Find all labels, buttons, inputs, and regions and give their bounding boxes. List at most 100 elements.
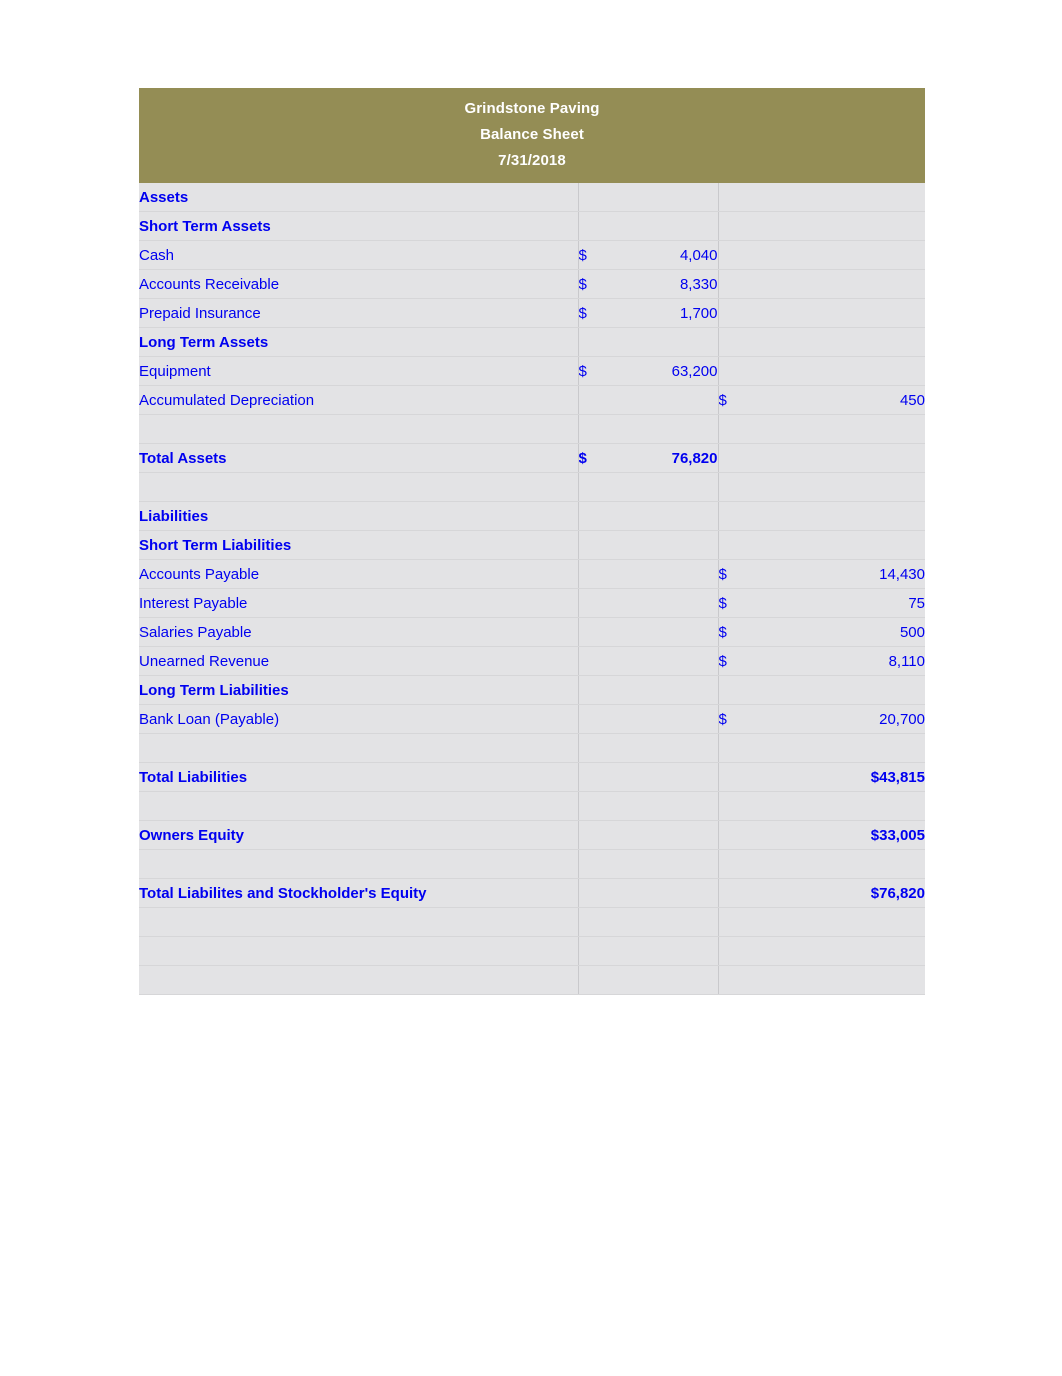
cell-empty [606,211,718,241]
cell-empty [717,762,746,792]
cell-empty [606,675,718,705]
cell-empty [606,936,718,966]
cell-empty [717,472,746,502]
table-row: Prepaid Insurance $ 1,700 [139,298,925,328]
cell-empty [606,907,718,937]
cell-empty [577,675,606,705]
cell-empty [717,791,746,821]
cell-empty [717,211,746,241]
cell-empty [577,791,606,821]
balance-sheet-table: Assets Short Term Assets Cash $ 4,040 Ac… [139,183,925,995]
table-row: Unearned Revenue $ 8,110 [139,646,925,676]
cell-empty [746,269,925,299]
company-name: Grindstone Paving [464,100,600,117]
cell-empty [606,472,718,502]
cell-empty [717,849,746,879]
cell-empty [746,211,925,241]
line-item-unearned-revenue-symbol: $ [717,646,746,676]
cell-empty [139,965,578,995]
cell-empty [139,791,578,821]
cell-empty [717,414,746,444]
line-item-accounts-payable-amount: 14,430 [746,559,925,589]
cell-empty [717,530,746,560]
cell-empty [746,414,925,444]
line-item-accounts-receivable-symbol: $ [577,269,606,299]
table-row: Accumulated Depreciation $ 450 [139,385,925,415]
cell-empty [577,472,606,502]
sheet-title-band: Grindstone Paving Balance Sheet 7/31/201… [139,88,925,183]
cell-empty [139,414,578,444]
cell-empty [606,588,718,618]
cell-empty [717,356,746,386]
cell-empty [746,472,925,502]
line-item-interest-payable-amount: 75 [746,588,925,618]
cell-empty [606,183,718,212]
cell-empty [606,559,718,589]
cell-empty [717,936,746,966]
cell-empty [139,936,578,966]
cell-empty [746,849,925,879]
table-row: Cash $ 4,040 [139,240,925,270]
table-row: Bank Loan (Payable) $ 20,700 [139,704,925,734]
line-item-accounts-payable-symbol: $ [717,559,746,589]
line-item-interest-payable-symbol: $ [717,588,746,618]
short-term-assets-heading: Short Term Assets [139,211,578,241]
cell-empty [606,762,718,792]
cell-empty [717,269,746,299]
cell-empty [606,791,718,821]
line-item-accumulated-depreciation-amount: 450 [746,385,925,415]
cell-empty [746,298,925,328]
cell-empty [606,733,718,763]
cell-empty [577,530,606,560]
table-row: Total Assets $ 76,820 [139,443,925,473]
line-item-bank-loan-symbol: $ [717,704,746,734]
long-term-liabilities-heading: Long Term Liabilities [139,675,578,705]
table-row-spacer [139,733,925,763]
cell-empty [606,849,718,879]
cell-empty [606,965,718,995]
total-liabilities-and-equity-amount: $76,820 [746,878,925,908]
cell-empty [717,501,746,531]
cell-empty [746,530,925,560]
cell-empty [577,559,606,589]
owners-equity-amount: $33,005 [746,820,925,850]
cell-empty [717,183,746,212]
cell-empty [717,298,746,328]
table-row-spacer [139,414,925,444]
table-row: Total Liabilites and Stockholder's Equit… [139,878,925,908]
table-row-spacer [139,965,925,995]
cell-empty [577,936,606,966]
cell-empty [577,588,606,618]
table-row: Equipment $ 63,200 [139,356,925,386]
table-row-spacer [139,907,925,937]
table-row: Long Term Liabilities [139,675,925,705]
table-row: Accounts Receivable $ 8,330 [139,269,925,299]
cell-empty [606,530,718,560]
cell-empty [139,733,578,763]
cell-empty [577,733,606,763]
line-item-bank-loan-label: Bank Loan (Payable) [139,704,578,734]
cell-empty [746,443,925,473]
table-row-spacer [139,849,925,879]
statement-date: 7/31/2018 [498,152,566,169]
table-row: Salaries Payable $ 500 [139,617,925,647]
table-row-spacer [139,936,925,966]
line-item-equipment-symbol: $ [577,356,606,386]
cell-empty [746,501,925,531]
cell-empty [717,443,746,473]
cell-empty [577,501,606,531]
line-item-salaries-payable-label: Salaries Payable [139,617,578,647]
line-item-accounts-receivable-label: Accounts Receivable [139,269,578,299]
cell-empty [717,965,746,995]
table-row: Short Term Liabilities [139,530,925,560]
line-item-equipment-label: Equipment [139,356,578,386]
cell-empty [746,240,925,270]
line-item-unearned-revenue-amount: 8,110 [746,646,925,676]
cell-empty [746,733,925,763]
cell-empty [746,907,925,937]
cell-empty [717,820,746,850]
line-item-accounts-payable-label: Accounts Payable [139,559,578,589]
line-item-bank-loan-amount: 20,700 [746,704,925,734]
table-row: Total Liabilities $43,815 [139,762,925,792]
cell-empty [577,327,606,357]
